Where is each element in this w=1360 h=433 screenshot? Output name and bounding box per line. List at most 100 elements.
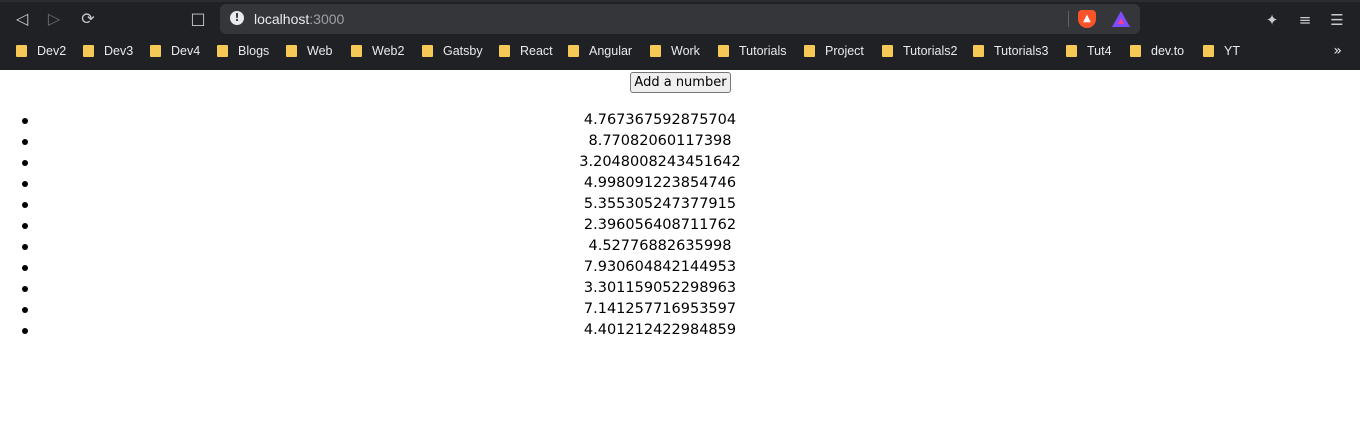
number-value: 4.52776882635998 — [588, 238, 732, 254]
bookmark-folder-react[interactable]: React — [499, 43, 553, 59]
bullet — [22, 307, 28, 313]
bullet — [22, 160, 28, 166]
folder-icon — [973, 45, 984, 57]
bookmarks-overflow-button[interactable]: » — [1333, 42, 1342, 60]
add-number-button[interactable]: Add a number — [630, 72, 731, 93]
bookmark-folder-blogs[interactable]: Blogs — [217, 43, 269, 59]
bookmark-folder-tutorials2[interactable]: Tutorials2 — [882, 43, 957, 59]
browser-toolbar: ◁ ▷ ⟳ □ ! localhost:3000 ▲ ✦ ≡ ☰ — [0, 2, 1360, 36]
bookmark-folder-angular[interactable]: Angular — [568, 43, 632, 59]
url-text[interactable]: localhost:3000 — [254, 10, 344, 28]
bookmark-folder-tutorials[interactable]: Tutorials — [718, 43, 786, 59]
list-item: 4.998091223854746 — [0, 173, 1320, 194]
bookmark-label: Tutorials3 — [994, 44, 1049, 58]
bookmark-folder-gatsby[interactable]: Gatsby — [422, 43, 483, 59]
list-item: 5.355305247377915 — [0, 194, 1320, 215]
info-icon[interactable]: ! — [230, 11, 244, 25]
list-item: 3.2048008243451642 — [0, 152, 1320, 173]
bookmark-folder-yt[interactable]: YT — [1203, 43, 1240, 59]
folder-icon — [882, 45, 893, 57]
bullet — [22, 286, 28, 292]
page-content: Add a number 4.767367592875704 8.7708206… — [0, 70, 1360, 433]
bullet — [22, 202, 28, 208]
folder-icon — [568, 45, 579, 57]
bookmark-label: Tutorials2 — [903, 44, 958, 58]
number-value: 3.2048008243451642 — [579, 154, 741, 170]
menu-icon[interactable]: ☰ — [1327, 10, 1347, 30]
folder-icon — [1066, 45, 1077, 57]
list-item: 4.52776882635998 — [0, 236, 1320, 257]
bookmark-label: YT — [1224, 44, 1240, 58]
bookmark-label: Angular — [589, 44, 633, 58]
list-item: 8.77082060117398 — [0, 131, 1320, 152]
bookmark-folder-tut4[interactable]: Tut4 — [1066, 43, 1112, 59]
extensions-icon[interactable]: ✦ — [1262, 10, 1282, 30]
bookmark-icon[interactable]: □ — [186, 8, 210, 30]
bullet — [22, 118, 28, 124]
bookmark-folder-project[interactable]: Project — [804, 43, 864, 59]
folder-icon — [499, 45, 510, 57]
bullet — [22, 181, 28, 187]
folder-icon — [718, 45, 729, 57]
folder-icon — [1130, 45, 1141, 57]
browser-chrome: ◁ ▷ ⟳ □ ! localhost:3000 ▲ ✦ ≡ ☰ Dev2 De… — [0, 0, 1360, 70]
url-host: localhost — [254, 11, 310, 27]
reload-icon[interactable]: ⟳ — [76, 8, 100, 30]
folder-icon — [217, 45, 228, 57]
brave-shields-icon[interactable]: ▲ — [1078, 10, 1096, 28]
bookmark-label: Dev2 — [37, 44, 67, 58]
playlist-icon[interactable]: ≡ — [1295, 10, 1315, 30]
number-list: 4.767367592875704 8.77082060117398 3.204… — [22, 110, 1360, 341]
bullet — [22, 223, 28, 229]
bullet — [22, 328, 28, 334]
folder-icon — [16, 45, 27, 57]
bookmark-folder-dev2[interactable]: Dev2 — [16, 43, 66, 59]
bookmark-label: Web2 — [372, 44, 405, 58]
bookmark-folder-work[interactable]: Work — [650, 43, 700, 59]
bookmark-label: Web — [307, 44, 333, 58]
bullet — [22, 265, 28, 271]
folder-icon — [804, 45, 815, 57]
folder-icon — [83, 45, 94, 57]
bookmark-label: React — [520, 44, 553, 58]
forward-arrow-icon[interactable]: ▷ — [42, 8, 66, 30]
folder-icon — [1203, 45, 1214, 57]
number-value: 4.401212422984859 — [583, 322, 737, 338]
bookmark-label: Tutorials — [739, 44, 787, 58]
folder-icon — [150, 45, 161, 57]
bookmark-label: Tut4 — [1087, 44, 1112, 58]
number-value: 3.301159052298963 — [583, 280, 737, 296]
bookmark-folder-web[interactable]: Web — [286, 43, 332, 59]
folder-icon — [351, 45, 362, 57]
bookmark-folder-devto[interactable]: dev.to — [1130, 43, 1184, 59]
bookmarks-bar: Dev2 Dev3 Dev4 Blogs Web Web2 Gatsby Rea… — [0, 36, 1360, 66]
number-value: 4.767367592875704 — [583, 112, 737, 128]
back-arrow-icon[interactable]: ◁ — [10, 8, 34, 30]
omnibox-divider — [1068, 11, 1069, 27]
list-item: 2.396056408711762 — [0, 215, 1320, 236]
bookmark-folder-web2[interactable]: Web2 — [351, 43, 404, 59]
bookmark-label: Blogs — [238, 44, 270, 58]
bookmark-label: Gatsby — [443, 44, 483, 58]
bookmark-folder-dev4[interactable]: Dev4 — [150, 43, 200, 59]
number-value: 5.355305247377915 — [583, 196, 737, 212]
bookmark-label: Work — [671, 44, 700, 58]
bookmark-folder-tutorials3[interactable]: Tutorials3 — [973, 43, 1048, 59]
folder-icon — [650, 45, 661, 57]
number-value: 2.396056408711762 — [583, 217, 737, 233]
list-item: 7.141257716953597 — [0, 299, 1320, 320]
number-value: 7.141257716953597 — [583, 301, 737, 317]
list-item: 4.767367592875704 — [0, 110, 1320, 131]
folder-icon — [422, 45, 433, 57]
bookmark-label: Project — [825, 44, 864, 58]
bookmark-label: Dev3 — [104, 44, 134, 58]
bullet — [22, 244, 28, 250]
list-item: 4.401212422984859 — [0, 320, 1320, 341]
folder-icon — [286, 45, 297, 57]
list-item: 3.301159052298963 — [0, 278, 1320, 299]
list-item: 7.930604842144953 — [0, 257, 1320, 278]
address-bar[interactable]: ! localhost:3000 ▲ — [220, 4, 1140, 34]
bookmark-folder-dev3[interactable]: Dev3 — [83, 43, 133, 59]
number-value: 4.998091223854746 — [583, 175, 737, 191]
bookmark-label: Dev4 — [171, 44, 201, 58]
